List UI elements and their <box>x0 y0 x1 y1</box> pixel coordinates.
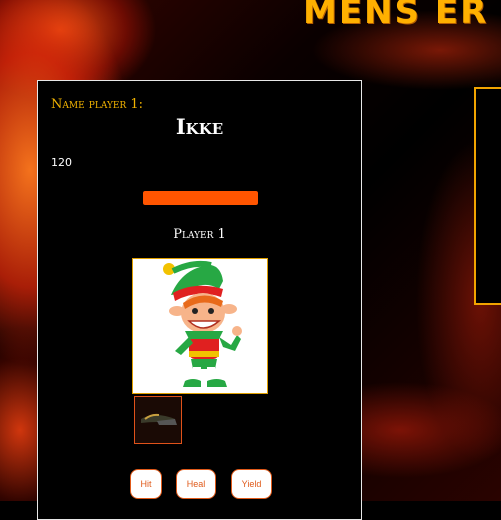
weapon-slot[interactable] <box>134 396 182 444</box>
player-2-panel <box>474 87 501 305</box>
elf-character-icon <box>163 260 242 387</box>
player-1-card: Name player 1: Ikke 120 Player 1 Hit Hea… <box>37 80 362 520</box>
folding-knife-icon <box>141 413 177 425</box>
site-title: MENS ER <box>303 0 489 32</box>
player-name: Ikke <box>175 114 224 139</box>
player-label: Player 1 <box>173 227 226 242</box>
health-bar <box>143 191 258 205</box>
health-bar-fill <box>143 191 258 205</box>
name-label: Name player 1: <box>51 97 144 112</box>
yield-button[interactable]: Yield <box>231 469 272 499</box>
health-value: 120 <box>51 156 72 169</box>
avatar <box>132 258 268 394</box>
heal-button[interactable]: Heal <box>176 469 216 499</box>
hit-button[interactable]: Hit <box>130 469 162 499</box>
